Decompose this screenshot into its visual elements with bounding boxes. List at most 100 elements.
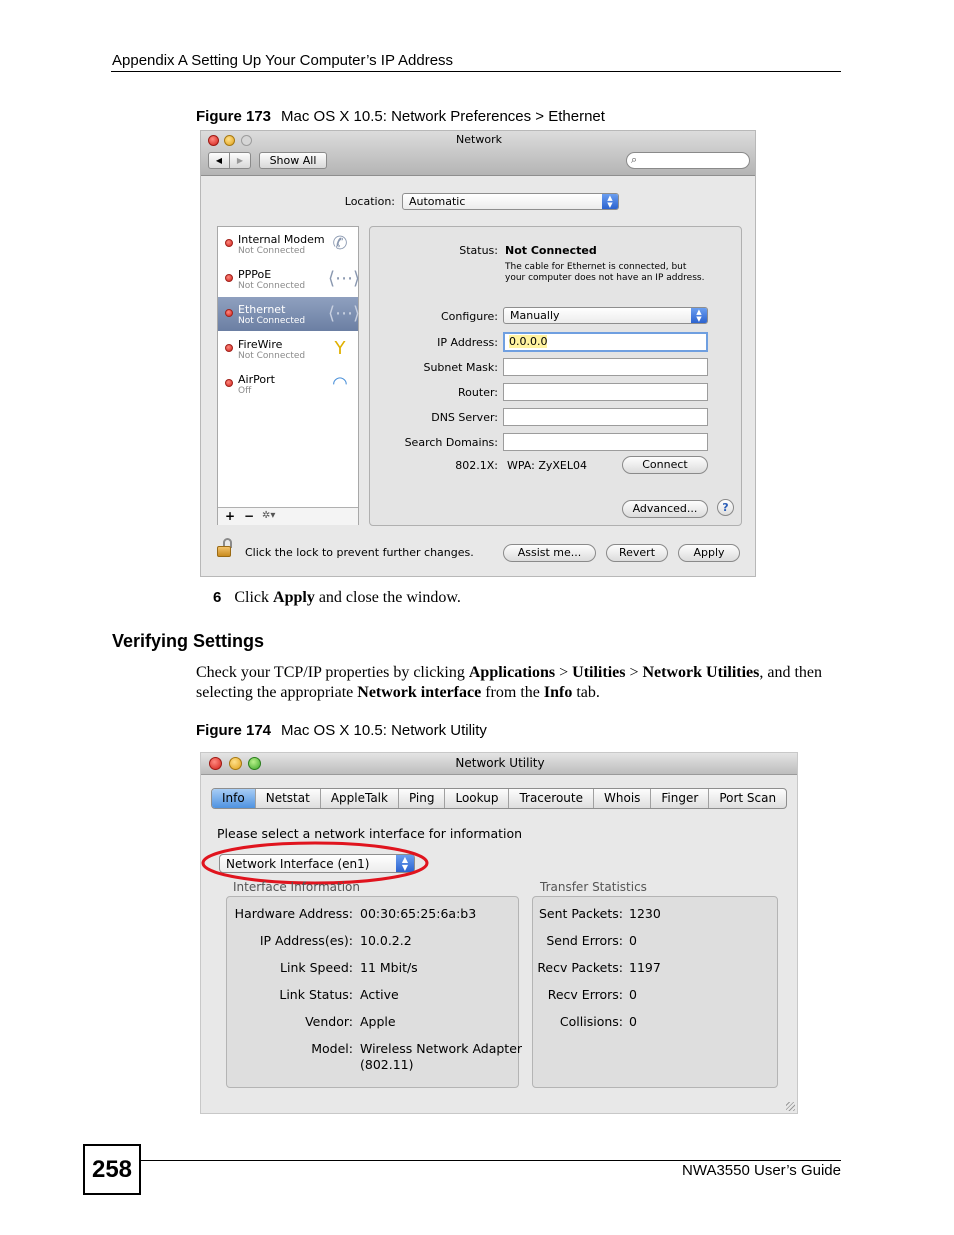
popup-arrows-icon: ▲ ▼ <box>691 308 707 323</box>
list-toolbar: + − ✲▾ <box>218 507 358 525</box>
show-all-button[interactable]: Show All <box>259 152 327 169</box>
add-service-button[interactable]: + <box>223 509 237 523</box>
tab-info[interactable]: Info <box>212 789 256 808</box>
status-red-dot <box>225 239 233 247</box>
guide-title: NWA3550 User’s Guide <box>682 1162 841 1179</box>
lock-message: Click the lock to prevent further change… <box>245 546 474 559</box>
subnet-mask-label: Subnet Mask: <box>423 361 498 374</box>
highlight-ellipse-stroke <box>201 841 429 885</box>
figure-174-caption: Figure 174 Mac OS X 10.5: Network Utility <box>196 722 487 739</box>
service-status: Not Connected <box>238 246 306 256</box>
figure-label: Figure 174 <box>196 722 272 739</box>
tab-bar: Info Netstat AppleTalk Ping Lookup Trace… <box>211 788 788 809</box>
back-button[interactable]: ◀ <box>208 152 230 169</box>
status-red-dot <box>225 274 233 282</box>
ip-address-value: 0.0.0.0 <box>509 335 548 348</box>
footer-rule <box>141 1160 841 1161</box>
service-status: Not Connected <box>238 316 306 326</box>
configure-popup[interactable]: Manually ▲ ▼ <box>503 307 708 324</box>
window-title: Network Utility <box>455 756 545 770</box>
status-value: Not Connected <box>505 244 597 257</box>
router-label: Router: <box>458 386 498 399</box>
step-number: 6 <box>213 589 222 606</box>
connect-button[interactable]: Connect <box>622 456 708 474</box>
help-button[interactable]: ? <box>717 499 734 516</box>
apply-button[interactable]: Apply <box>678 544 740 562</box>
service-item-ethernet[interactable]: Ethernet Not Connected ⟨⋯⟩ <box>218 297 361 331</box>
search-domains-field[interactable] <box>503 433 708 451</box>
figure-label: Figure 173 <box>196 108 272 125</box>
status-red-dot <box>225 309 233 317</box>
detail-pane: Status: Not Connected The cable for Ethe… <box>369 226 742 526</box>
service-item-pppoe[interactable]: PPPoE Not Connected ⟨⋯⟩ <box>218 262 361 296</box>
dns-server-label: DNS Server: <box>431 411 498 424</box>
router-field[interactable] <box>503 383 708 401</box>
service-name: Ethernet <box>238 303 286 316</box>
popup-arrows-icon: ▲ ▼ <box>602 194 618 209</box>
body-paragraph: Check your TCP/IP properties by clicking… <box>196 664 823 701</box>
figure-title: Mac OS X 10.5: Network Utility <box>281 722 487 739</box>
configure-label: Configure: <box>440 310 498 323</box>
dot1x-value: WPA: ZyXEL04 <box>507 459 587 472</box>
status-description-1: The cable for Ethernet is connected, but <box>505 262 687 272</box>
network-preferences-window: Network ◀ ▶ Show All ⌕ Location: Automat… <box>200 130 756 577</box>
pppoe-arrows-icon: ⟨⋯⟩ <box>328 268 361 289</box>
transfer-stats-label: Transfer Statistics <box>540 880 647 894</box>
tab-netstat[interactable]: Netstat <box>256 789 321 808</box>
search-input[interactable]: ⌕ <box>626 152 750 169</box>
tab-appletalk[interactable]: AppleTalk <box>321 789 399 808</box>
location-popup[interactable]: Automatic ▲ ▼ <box>402 193 619 210</box>
service-status: Not Connected <box>238 281 306 291</box>
network-utility-window: Network Utility Info Netstat AppleTalk P… <box>200 752 798 1114</box>
info-row-model-line2: (802.11) <box>360 1057 414 1072</box>
dot1x-label: 802.1X: <box>455 459 498 472</box>
service-status: Not Connected <box>238 351 306 361</box>
window-titlebar: Network Utility <box>201 753 797 775</box>
figure-173-caption: Figure 173 Mac OS X 10.5: Network Prefere… <box>196 108 605 125</box>
tab-port-scan[interactable]: Port Scan <box>709 789 786 808</box>
page-header: Appendix A Setting Up Your Computer’s IP… <box>112 52 454 69</box>
service-item-firewire[interactable]: FireWire Not Connected Y <box>218 332 358 366</box>
action-menu-button[interactable]: ✲▾ <box>262 510 275 521</box>
firewire-icon: Y <box>334 338 346 359</box>
status-description-2: your computer does not have an IP addres… <box>505 273 705 283</box>
step-text: Click <box>234 589 274 606</box>
assist-me-button[interactable]: Assist me... <box>503 544 596 562</box>
status-red-dot <box>225 344 233 352</box>
location-value: Automatic <box>409 195 466 208</box>
window-title: Network <box>456 133 502 146</box>
step-6: 6 Click Apply and close the window. <box>213 589 461 607</box>
ip-address-field[interactable]: 0.0.0.0 <box>503 332 708 352</box>
tab-whois[interactable]: Whois <box>594 789 652 808</box>
subnet-mask-field[interactable] <box>503 358 708 376</box>
tab-traceroute[interactable]: Traceroute <box>509 789 594 808</box>
service-item-internal-modem[interactable]: Internal Modem Not Connected ✆ <box>218 227 358 261</box>
service-item-airport[interactable]: AirPort Off ◠ <box>218 367 358 401</box>
tab-finger[interactable]: Finger <box>651 789 710 808</box>
advanced-button[interactable]: Advanced... <box>622 500 708 518</box>
section-title: Verifying Settings <box>112 631 265 651</box>
search-domains-label: Search Domains: <box>404 436 498 449</box>
ethernet-arrows-icon: ⟨⋯⟩ <box>328 303 361 324</box>
header-rule <box>111 71 841 72</box>
status-red-dot <box>225 379 233 387</box>
window-toolbar: Network ◀ ▶ Show All ⌕ <box>201 131 755 176</box>
service-name: Internal Modem <box>238 233 325 246</box>
lock-icon[interactable] <box>217 538 235 558</box>
service-name: PPPoE <box>238 268 272 281</box>
search-icon: ⌕ <box>631 153 638 166</box>
service-name: AirPort <box>238 373 275 386</box>
dns-server-field[interactable] <box>503 408 708 426</box>
configure-value: Manually <box>510 309 560 322</box>
step-text-end: and close the window. <box>314 589 461 606</box>
tab-lookup[interactable]: Lookup <box>445 789 510 808</box>
remove-service-button[interactable]: − <box>242 509 256 523</box>
revert-button[interactable]: Revert <box>606 544 668 562</box>
forward-button[interactable]: ▶ <box>229 152 251 169</box>
location-label: Location: <box>344 195 395 208</box>
service-list: Internal Modem Not Connected ✆ PPPoE Not… <box>217 226 361 525</box>
resize-grip-icon[interactable] <box>786 1102 795 1111</box>
ip-address-label: IP Address: <box>437 336 498 349</box>
phone-icon: ✆ <box>332 233 348 254</box>
tab-ping[interactable]: Ping <box>399 789 446 808</box>
